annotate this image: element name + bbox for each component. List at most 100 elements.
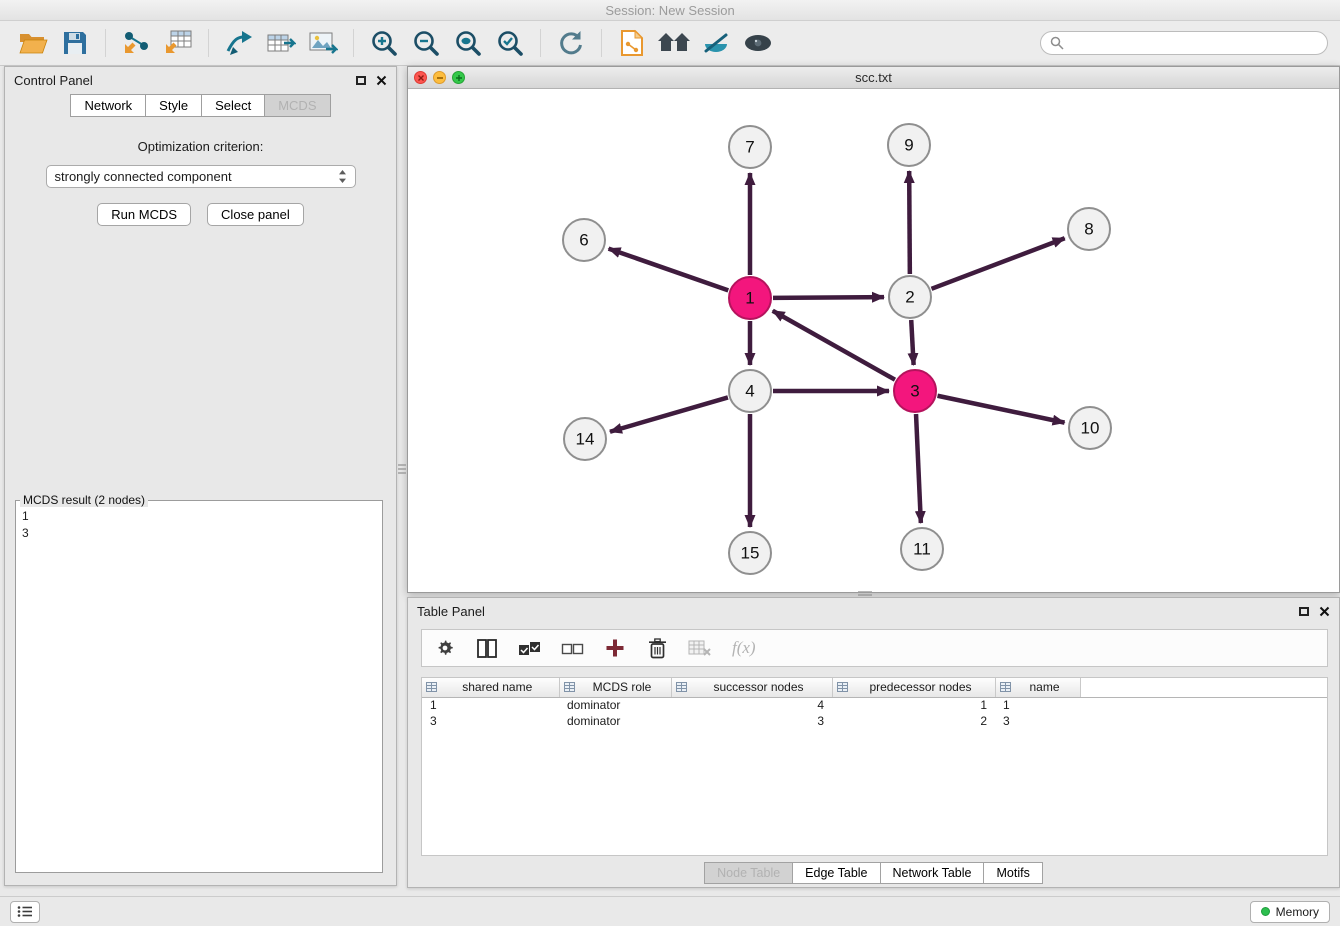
table-cell: 3: [422, 713, 559, 729]
column-sort-icon: [837, 682, 848, 692]
node-label: 3: [910, 382, 919, 401]
table-cell: dominator: [559, 713, 671, 729]
save-session-button[interactable]: [54, 24, 96, 62]
column-header-successor-nodes[interactable]: successor nodes: [671, 678, 832, 697]
window-title: Session: New Session: [605, 3, 734, 18]
zoom-fit-button[interactable]: [447, 24, 489, 62]
table-row[interactable]: 1dominator411: [422, 697, 1327, 713]
graphics-details-button[interactable]: [737, 24, 779, 62]
eye-icon: [743, 33, 773, 53]
table-tabs: Node TableEdge TableNetwork TableMotifs: [408, 862, 1339, 884]
edge-1-2[interactable]: [773, 297, 884, 298]
node-14[interactable]: 14: [564, 418, 606, 460]
import-network-button[interactable]: [115, 24, 157, 62]
import-table-icon: [163, 29, 193, 57]
toolbar-separator: [208, 29, 209, 57]
select-all-icon: [518, 640, 541, 657]
node-11[interactable]: 11: [901, 528, 943, 570]
tab-node-table[interactable]: Node Table: [704, 862, 793, 884]
home-button[interactable]: [653, 24, 695, 62]
tab-network[interactable]: Network: [70, 94, 146, 117]
mcds-panel-body: Optimization criterion: strongly connect…: [5, 117, 396, 226]
add-column-button[interactable]: [604, 635, 626, 661]
export-network-button[interactable]: [218, 24, 260, 62]
network-canvas[interactable]: 7 9 6 8 1 2 4 3 14 10 15 11: [408, 89, 1339, 592]
node-15[interactable]: 15: [729, 532, 771, 574]
deselect-all-button[interactable]: [561, 635, 584, 661]
edge-4-14[interactable]: [610, 397, 728, 431]
float-panel-button[interactable]: [356, 76, 366, 85]
close-panel-button[interactable]: [1319, 606, 1330, 617]
node-9[interactable]: 9: [888, 124, 930, 166]
export-image-button[interactable]: [302, 24, 344, 62]
tab-motifs[interactable]: Motifs: [984, 862, 1042, 884]
search-box[interactable]: [1040, 31, 1328, 55]
zoom-out-button[interactable]: [405, 24, 447, 62]
close-panel-button[interactable]: [376, 75, 387, 86]
search-input[interactable]: [1070, 36, 1318, 50]
panel-divider-handle[interactable]: [397, 460, 407, 478]
table-cell: 1: [832, 697, 995, 713]
memory-button[interactable]: Memory: [1250, 901, 1330, 923]
edge-2-9[interactable]: [909, 171, 910, 274]
table-row[interactable]: 3dominator323: [422, 713, 1327, 729]
run-mcds-button[interactable]: Run MCDS: [97, 203, 191, 226]
node-4[interactable]: 4: [729, 370, 771, 412]
mcds-result-list: 13: [16, 507, 382, 543]
import-table-button[interactable]: [157, 24, 199, 62]
table-cell-filler: [1080, 713, 1327, 729]
open-file-button[interactable]: [12, 24, 54, 62]
refresh-button[interactable]: [550, 24, 592, 62]
edge-3-11[interactable]: [916, 414, 921, 523]
tab-style[interactable]: Style: [146, 94, 202, 117]
show-columns-button[interactable]: [476, 635, 498, 661]
node-8[interactable]: 8: [1068, 208, 1110, 250]
control-panel-title: Control Panel: [14, 73, 93, 88]
column-header-predecessor-nodes[interactable]: predecessor nodes: [832, 678, 995, 697]
delete-table-button[interactable]: [688, 635, 712, 661]
node-label: 14: [576, 430, 595, 449]
share-document-button[interactable]: [611, 24, 653, 62]
optimization-criterion-value: strongly connected component: [55, 169, 232, 184]
tab-edge-table[interactable]: Edge Table: [793, 862, 880, 884]
table-settings-button[interactable]: [434, 635, 456, 661]
node-label: 2: [905, 288, 914, 307]
column-header-label: MCDS role: [593, 680, 652, 694]
node-1[interactable]: 1: [729, 277, 771, 319]
tab-network-table[interactable]: Network Table: [881, 862, 985, 884]
task-history-button[interactable]: [10, 901, 40, 923]
export-table-button[interactable]: [260, 24, 302, 62]
optimization-criterion-label: Optimization criterion:: [5, 139, 396, 154]
tab-select[interactable]: Select: [202, 94, 265, 117]
node-6[interactable]: 6: [563, 219, 605, 261]
edge-1-6[interactable]: [609, 249, 729, 291]
table-cell: 1: [422, 697, 559, 713]
delete-column-button[interactable]: [646, 635, 668, 661]
node-3[interactable]: 3: [894, 370, 936, 412]
float-panel-button[interactable]: [1299, 607, 1309, 616]
function-builder-button[interactable]: f(x): [732, 635, 756, 661]
tab-mcds[interactable]: MCDS: [265, 94, 330, 117]
close-panel-button[interactable]: Close panel: [207, 203, 304, 226]
zoom-in-button[interactable]: [363, 24, 405, 62]
edge-3-1[interactable]: [773, 311, 895, 380]
node-10[interactable]: 10: [1069, 407, 1111, 449]
node-2[interactable]: 2: [889, 276, 931, 318]
table-panel-title: Table Panel: [417, 604, 485, 619]
edge-2-8[interactable]: [932, 238, 1065, 289]
share-document-icon: [619, 29, 645, 57]
edge-2-3[interactable]: [911, 320, 913, 365]
column-header-name[interactable]: name: [995, 678, 1080, 697]
select-all-button[interactable]: [518, 635, 541, 661]
edge-3-10[interactable]: [938, 396, 1065, 423]
open-folder-icon: [18, 30, 48, 56]
visibility-button[interactable]: [695, 24, 737, 62]
node-7[interactable]: 7: [729, 126, 771, 168]
column-header-shared-name[interactable]: shared name: [422, 678, 559, 697]
optimization-criterion-select[interactable]: strongly connected component: [46, 165, 356, 188]
column-header-label: successor nodes: [713, 680, 803, 694]
memory-label: Memory: [1276, 905, 1319, 919]
zoom-selected-button[interactable]: [489, 24, 531, 62]
table-panel-header: Table Panel: [408, 598, 1339, 624]
column-header-mcds-role[interactable]: MCDS role: [559, 678, 671, 697]
